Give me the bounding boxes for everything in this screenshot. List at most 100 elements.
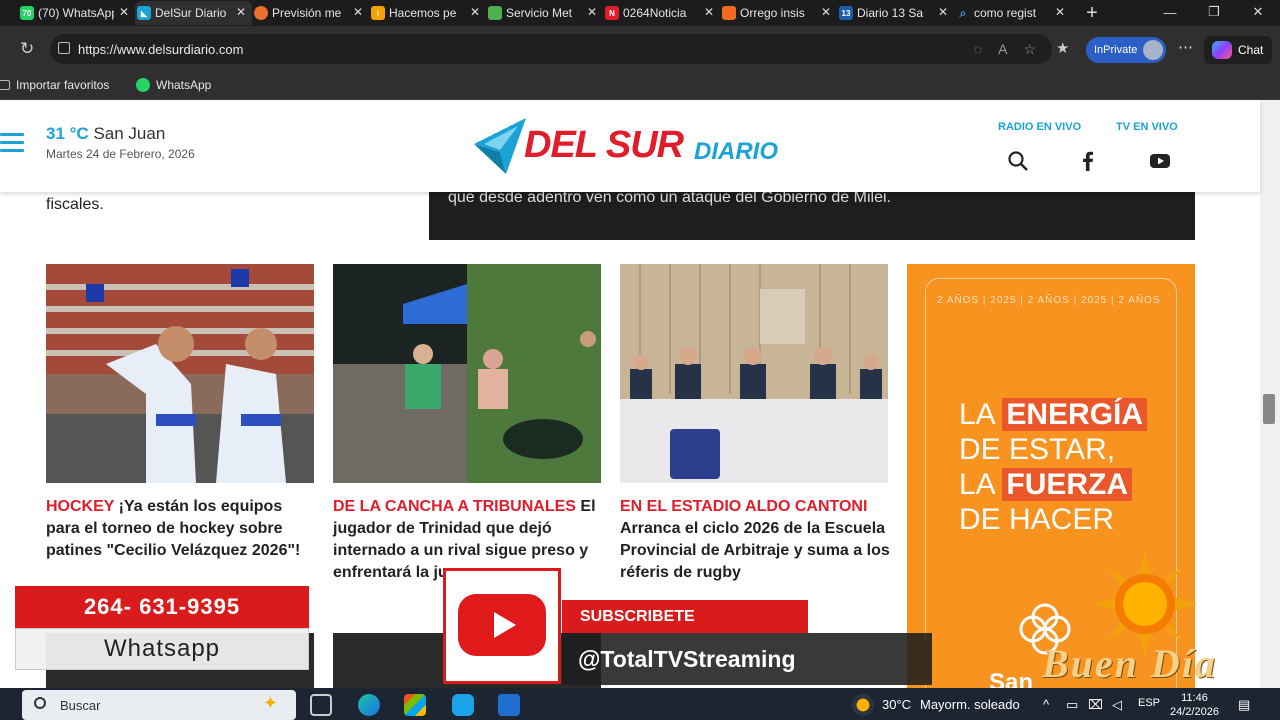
phone-number: 264- 631-9395: [15, 586, 309, 628]
favorite-label: Importar favoritos: [16, 78, 110, 92]
tab-title: (70) WhatsApp: [38, 6, 114, 20]
info-tab-icon: i: [371, 6, 385, 20]
url-text: https://www.delsurdiario.com: [78, 41, 244, 57]
clock[interactable]: 11:46 24/2/2026: [1170, 691, 1219, 719]
edge-icon[interactable]: [358, 694, 380, 716]
card-image-field[interactable]: [333, 264, 601, 483]
whatsapp-icon: [136, 78, 150, 92]
tab-diario13[interactable]: 13 Diario 13 Sa ✕: [837, 1, 954, 25]
favorite-label: WhatsApp: [156, 78, 212, 92]
temperature: 31 °C: [46, 124, 89, 143]
restore-icon[interactable]: ❐: [1192, 0, 1236, 24]
favorites-bar: Importar favoritos WhatsApp: [0, 72, 1280, 100]
tab-orrego[interactable]: Orrego insis ✕: [720, 1, 837, 25]
weather-widget: 31 °C San Juan: [46, 124, 165, 144]
inprivate-label: InPrivate: [1094, 44, 1138, 56]
copilot-chat-button[interactable]: Chat: [1204, 36, 1272, 64]
tab-title: Servicio Met: [506, 6, 573, 20]
taskbar: Buscar ✦ 30°C Mayorm. soleado ^ ▭ ⌧ ◁ ES…: [0, 688, 1280, 720]
site-logo[interactable]: DEL SUR DIARIO: [470, 114, 790, 176]
card-kicker: HOCKEY: [46, 498, 115, 515]
card-image-conference[interactable]: [620, 264, 888, 483]
header-date: Martes 24 de Febrero, 2026: [46, 147, 195, 161]
youtube-icon[interactable]: [1149, 150, 1171, 172]
chevron-up-icon[interactable]: ^: [1043, 697, 1049, 712]
import-favorites-link[interactable]: Importar favoritos: [0, 78, 109, 92]
whatsapp-favorite-link[interactable]: WhatsApp: [136, 78, 211, 92]
tab-servicio[interactable]: Servicio Met ✕: [486, 1, 603, 25]
store-icon[interactable]: [404, 694, 426, 716]
radio-live-link[interactable]: RADIO EN VIVO: [998, 121, 1081, 133]
url-input[interactable]: https://www.delsurdiario.com ◌ A ☆: [50, 34, 1052, 64]
tab-0264[interactable]: N 0264Noticia ✕: [603, 1, 720, 25]
tab-close-icon[interactable]: ✕: [1055, 5, 1065, 19]
whatsapp-label: Whatsapp: [15, 628, 309, 670]
clock-date: 24/2/2026: [1170, 706, 1219, 718]
taskbar-temperature[interactable]: 30°C: [882, 697, 911, 712]
tab-search[interactable]: ⌕ como regist ✕: [954, 1, 1071, 25]
tab-whatsapp[interactable]: 70 (70) WhatsApp ✕: [18, 1, 135, 25]
sparkle-icon: ✦: [262, 693, 278, 713]
tab-hacemos[interactable]: i Hacemos pe ✕: [369, 1, 486, 25]
folder-icon: [0, 80, 10, 90]
tv-live-link[interactable]: TV EN VIVO: [1116, 121, 1178, 133]
tab-close-icon[interactable]: ✕: [938, 5, 948, 19]
menu-icon[interactable]: [0, 133, 24, 155]
logo-sub-text: DIARIO: [694, 138, 778, 165]
tab-close-icon[interactable]: ✕: [821, 5, 831, 19]
tab-prevision[interactable]: Previsión me ✕: [252, 1, 369, 25]
task-view-icon[interactable]: [310, 694, 332, 716]
app-icon[interactable]: [452, 694, 474, 716]
new-tab-button[interactable]: +: [1081, 2, 1103, 25]
copilot-icon: [1212, 41, 1232, 59]
weather-icon[interactable]: [852, 694, 874, 716]
search-icon[interactable]: [1007, 150, 1029, 172]
tab-close-icon[interactable]: ✕: [470, 5, 480, 19]
youtube-play-icon: [458, 594, 546, 656]
phone-overlay: 264- 631-9395 Whatsapp: [15, 586, 309, 672]
more-menu-icon[interactable]: ⋯: [1178, 38, 1193, 56]
add-favorite-icon[interactable]: ☆: [1023, 41, 1036, 58]
language-indicator[interactable]: ESP: [1138, 697, 1160, 709]
card-headline-hockey[interactable]: HOCKEY ¡Ya están los equipos para el tor…: [46, 496, 316, 562]
card-image-hockey[interactable]: [46, 264, 314, 483]
search-placeholder: Buscar: [60, 697, 101, 713]
minimize-icon[interactable]: —: [1148, 0, 1192, 24]
notifications-icon[interactable]: ▤: [1238, 697, 1250, 713]
tab-close-icon[interactable]: ✕: [236, 5, 246, 19]
tab-close-icon[interactable]: ✕: [587, 5, 597, 19]
scrollbar-thumb[interactable]: [1263, 394, 1275, 424]
tracking-prevention-icon[interactable]: ◌: [974, 41, 982, 58]
tab-delsur[interactable]: ◣ DelSur Diario ✕: [135, 1, 252, 25]
featured-banner[interactable]: que desde adentro ven como un ataque del…: [429, 184, 1195, 240]
volume-icon[interactable]: ◁: [1112, 697, 1122, 713]
ad-slogan: LA ENERGÍA DE ESTAR, LA FUERZA DE HACER: [959, 397, 1148, 537]
tab-title: Previsión me: [272, 6, 342, 20]
tab-close-icon[interactable]: ✕: [119, 5, 129, 19]
tab-title: como regist: [974, 6, 1037, 20]
whatsapp-tab-icon: 70: [20, 6, 34, 20]
tab-title: Hacemos pe: [389, 6, 457, 20]
device-icon[interactable]: ▭: [1066, 697, 1078, 713]
ad-ring-text: 2 AÑOS | 2025 | 2 AÑOS | 2025 | 2 AÑOS: [937, 295, 1161, 306]
news-tab-icon: [722, 6, 736, 20]
tab-title: 0264Noticia: [623, 6, 687, 20]
favorites-icon[interactable]: ★: [1056, 39, 1069, 57]
page-scrollbar[interactable]: [1260, 100, 1280, 688]
tab-close-icon[interactable]: ✕: [704, 5, 714, 19]
refresh-icon[interactable]: ↻: [20, 39, 34, 59]
facebook-icon[interactable]: [1077, 150, 1099, 172]
network-icon[interactable]: ⌧: [1088, 697, 1103, 713]
inprivate-badge[interactable]: InPrivate: [1086, 37, 1166, 63]
tab-close-icon[interactable]: ✕: [353, 5, 363, 19]
search-tab-icon: ⌕: [959, 5, 967, 20]
app-grid-icon[interactable]: [498, 694, 520, 716]
weather-tab-icon: [488, 6, 502, 20]
card-headline-cantoni[interactable]: EN EL ESTADIO ALDO CANTONI Arranca el ci…: [620, 496, 890, 584]
read-aloud-icon[interactable]: A: [998, 41, 1007, 58]
taskbar-search-input[interactable]: Buscar ✦: [22, 690, 296, 720]
logo-main-text: DEL SUR: [524, 124, 684, 166]
close-window-icon[interactable]: ✕: [1236, 0, 1280, 24]
card-kicker: DE LA CANCHA A TRIBUNALES: [333, 498, 576, 515]
taskbar-weather-desc[interactable]: Mayorm. soleado: [920, 697, 1020, 712]
